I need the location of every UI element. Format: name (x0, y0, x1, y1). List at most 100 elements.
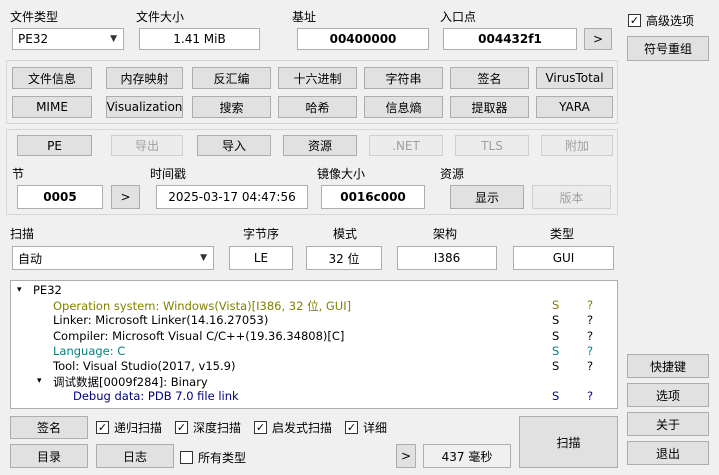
result-text: Linker: Microsoft Linker(14.16.27053) (53, 313, 269, 328)
file-size-field: 1.41 MiB (139, 28, 260, 50)
result-row[interactable]: Operation system: Windows(Vista)[I386, 3… (11, 298, 617, 313)
pe-tab-button: 附加 (541, 135, 613, 156)
pe-tab-button[interactable]: 导入 (197, 135, 271, 156)
info-link[interactable]: ? (587, 298, 593, 312)
tool-button[interactable]: Visualization (106, 96, 183, 118)
mode-field: 32 位 (306, 246, 382, 270)
recursive-scan-checkbox[interactable]: ✓ 递归扫描 (96, 419, 162, 436)
tool-button[interactable]: VirusTotal (536, 67, 613, 89)
expand-arrow-icon[interactable]: ▾ (17, 285, 22, 295)
file-type-value: PE32 (18, 32, 49, 46)
deep-scan-checkbox[interactable]: ✓ 深度扫描 (175, 419, 241, 436)
chevron-down-icon: ▼ (200, 253, 207, 263)
tool-button[interactable]: 内存映射 (106, 67, 183, 89)
verbose-label: 详细 (363, 421, 388, 435)
signature-link[interactable]: S (552, 344, 559, 358)
entry-point-goto-button[interactable]: > (584, 28, 612, 50)
info-link[interactable]: ? (587, 359, 593, 373)
pe-tab-button: 导出 (111, 135, 183, 156)
exit-button[interactable]: 退出 (627, 441, 709, 465)
result-text: Operation system: Windows(Vista)[I386, 3… (53, 299, 352, 314)
signature-link[interactable]: S (552, 298, 559, 312)
signature-link[interactable]: S (552, 329, 559, 343)
show-resources-button[interactable]: 显示 (450, 185, 524, 209)
result-row[interactable]: Tool: Visual Studio(2017, v15.9) S? (11, 359, 617, 374)
tool-button[interactable]: 搜索 (192, 96, 271, 118)
symbol-reconstruct-button[interactable]: 符号重组 (627, 36, 709, 61)
log-button[interactable]: 日志 (96, 444, 174, 468)
directory-button[interactable]: 目录 (10, 444, 88, 468)
result-row[interactable]: Language: C S? (11, 344, 617, 359)
result-row[interactable]: ▾ 调试数据[0009f284]: Binary (11, 374, 617, 389)
tool-button[interactable]: 提取器 (450, 96, 529, 118)
tool-button[interactable]: 哈希 (278, 96, 357, 118)
deep-scan-check-icon: ✓ (175, 421, 188, 434)
base-address-label: 基址 (292, 10, 317, 24)
tool-button[interactable]: 字符串 (364, 67, 443, 89)
tool-button[interactable]: 信息熵 (364, 96, 443, 118)
tool-button[interactable]: MIME (12, 96, 92, 118)
result-row[interactable]: ▾ PE32 (11, 283, 617, 298)
entry-point-field[interactable]: 004432f1 (443, 28, 577, 50)
options-button[interactable]: 选项 (627, 383, 709, 407)
scan-button[interactable]: 扫描 (519, 416, 618, 468)
signature-link[interactable]: S (552, 313, 559, 327)
file-type-select[interactable]: PE32 ▼ (12, 28, 124, 50)
scan-time-display: 437 毫秒 (423, 444, 511, 468)
advanced-options-checkbox[interactable]: ✓ 高级选项 (628, 12, 694, 29)
pe-tab-button: TLS (455, 135, 529, 156)
tool-button[interactable]: 十六进制 (278, 67, 357, 89)
result-text: Language: C (53, 343, 126, 358)
signature-button[interactable]: 签名 (10, 416, 88, 439)
heuristic-scan-check-icon: ✓ (254, 421, 267, 434)
file-type-label: 文件类型 (10, 10, 59, 24)
version-button: 版本 (532, 185, 611, 209)
pe-tab-button[interactable]: 资源 (283, 135, 357, 156)
tool-button[interactable]: 反汇编 (192, 67, 271, 89)
signature-link[interactable]: S (552, 389, 559, 403)
image-size-label: 镜像大小 (317, 167, 366, 181)
tool-button[interactable]: 签名 (450, 67, 529, 89)
deep-scan-label: 深度扫描 (193, 421, 242, 435)
scan-mode-value: 自动 (18, 251, 43, 266)
endian-label: 字节序 (243, 227, 280, 241)
architecture-field: I386 (397, 246, 497, 270)
shortcuts-button[interactable]: 快捷键 (627, 354, 709, 378)
type-field: GUI (513, 246, 614, 270)
all-types-checkbox[interactable]: 所有类型 (180, 449, 246, 466)
info-link[interactable]: ? (587, 389, 593, 403)
file-size-label: 文件大小 (136, 10, 185, 24)
tool-button[interactable]: YARA (536, 96, 613, 118)
pe-tab-button[interactable]: PE (17, 135, 92, 156)
pe-tab-button: .NET (369, 135, 443, 156)
info-link[interactable]: ? (587, 313, 593, 327)
timestamp-label: 时间戳 (150, 167, 187, 181)
resources-label: 资源 (440, 167, 465, 181)
result-text: Compiler: Microsoft Visual C/C++(19.36.3… (53, 328, 345, 343)
result-row[interactable]: Compiler: Microsoft Visual C/C++(19.36.3… (11, 329, 617, 344)
timestamp-field: 2025-03-17 04:47:56 (156, 185, 308, 209)
signature-link[interactable]: S (552, 359, 559, 373)
result-row[interactable]: Linker: Microsoft Linker(14.16.27053) S? (11, 313, 617, 328)
scan-results-tree[interactable]: ▾ PE32 Operation system: Windows(Vista)[I3… (10, 280, 618, 409)
info-link[interactable]: ? (587, 344, 593, 358)
base-address-field[interactable]: 00400000 (297, 28, 429, 50)
type-label: 类型 (550, 227, 575, 241)
all-types-label: 所有类型 (198, 451, 247, 465)
result-text: Debug data: PDB 7.0 file link (73, 389, 239, 404)
scan-mode-select[interactable]: 自动 ▼ (12, 246, 214, 270)
mode-label: 模式 (333, 227, 358, 241)
verbose-check-icon: ✓ (345, 421, 358, 434)
heuristic-scan-checkbox[interactable]: ✓ 启发式扫描 (254, 419, 332, 436)
verbose-checkbox[interactable]: ✓ 详细 (345, 419, 387, 436)
tool-button[interactable]: 文件信息 (12, 67, 92, 89)
about-button[interactable]: 关于 (627, 412, 709, 436)
endian-field: LE (229, 246, 293, 270)
info-link[interactable]: ? (587, 329, 593, 343)
result-row[interactable]: Debug data: PDB 7.0 file link S? (11, 389, 617, 404)
more-options-button[interactable]: > (396, 444, 416, 468)
result-text: Tool: Visual Studio(2017, v15.9) (53, 359, 236, 373)
section-goto-button[interactable]: > (111, 185, 140, 209)
recursive-scan-label: 递归扫描 (114, 421, 163, 435)
expand-arrow-icon[interactable]: ▾ (37, 376, 42, 386)
